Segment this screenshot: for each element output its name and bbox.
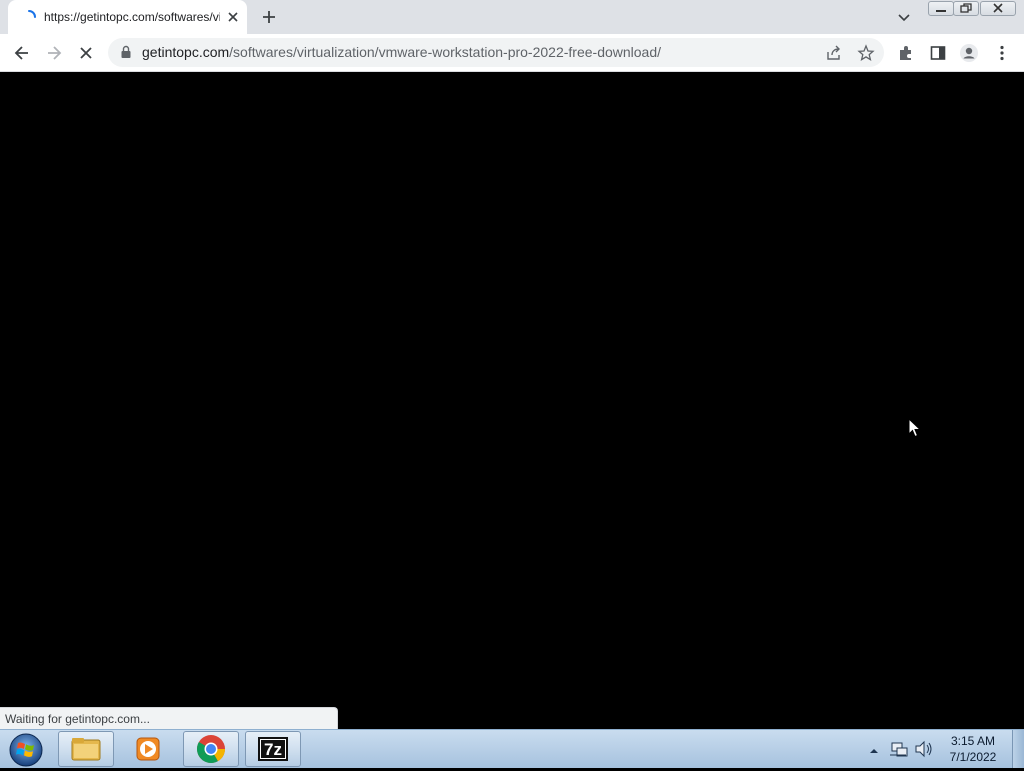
clock-date: 7/1/2022 <box>949 750 997 764</box>
extensions-puzzle-icon[interactable] <box>896 43 916 63</box>
stop-loading-icon[interactable] <box>76 43 96 63</box>
7zip-label: 7z <box>264 740 282 759</box>
chevron-down-icon[interactable] <box>896 9 912 25</box>
tab-active[interactable]: https://getintopc.com/softwares/virtuali… <box>8 0 247 34</box>
close-icon <box>993 3 1003 13</box>
minimize-window-button[interactable] <box>928 1 954 16</box>
taskbar-clock[interactable]: 3:15 AM 7/1/2022 <box>940 733 1006 765</box>
back-arrow-icon[interactable] <box>12 43 32 63</box>
folder-icon <box>71 738 101 761</box>
system-tray-icons <box>870 740 932 758</box>
windows-taskbar: 7z 3:15 AM 7/1/2022 <box>0 729 1024 768</box>
url-host: getintopc.com <box>142 44 230 60</box>
kebab-menu-icon[interactable] <box>992 43 1012 63</box>
show-desktop-button[interactable] <box>1012 730 1024 768</box>
address-bar[interactable]: getintopc.com/softwares/virtualization/v… <box>108 38 884 67</box>
status-bubble: Waiting for getintopc.com... <box>0 707 338 729</box>
minimize-icon <box>936 10 946 12</box>
close-icon[interactable] <box>225 9 241 25</box>
network-icon <box>890 742 908 757</box>
close-window-button[interactable] <box>980 1 1016 16</box>
taskbar-explorer-button[interactable] <box>58 731 114 767</box>
taskbar-media-player-button[interactable] <box>120 731 176 767</box>
start-button[interactable] <box>7 732 45 768</box>
taskbar-7zip-button[interactable]: 7z <box>245 731 301 767</box>
loading-spinner-icon <box>28 10 36 18</box>
new-tab-plus-icon[interactable] <box>259 7 279 27</box>
page-content <box>0 72 1024 729</box>
tab-strip: https://getintopc.com/softwares/virtuali… <box>0 0 1024 34</box>
volume-icon <box>915 740 932 758</box>
clock-time: 3:15 AM <box>950 734 996 748</box>
restore-window-button[interactable] <box>953 1 979 16</box>
7zip-icon: 7z <box>258 737 288 761</box>
bookmark-star-icon[interactable] <box>857 44 875 62</box>
lock-icon[interactable] <box>119 45 133 59</box>
media-player-icon <box>136 737 160 761</box>
tab-title: https://getintopc.com/softwares/virtuali… <box>44 10 220 24</box>
chrome-icon <box>197 735 225 763</box>
restore-icon <box>960 3 972 13</box>
url-path: /softwares/virtualization/vmware-worksta… <box>229 44 662 60</box>
show-hidden-icons-icon <box>870 749 878 753</box>
taskbar-chrome-button[interactable] <box>183 731 239 767</box>
browser-toolbar: getintopc.com/softwares/virtualization/v… <box>0 34 1024 72</box>
mouse-cursor-icon <box>908 418 922 438</box>
share-icon[interactable] <box>825 44 843 62</box>
profile-avatar-icon[interactable] <box>959 43 979 63</box>
url-text[interactable]: getintopc.com/softwares/virtualization/v… <box>142 44 661 60</box>
side-panel-icon[interactable] <box>928 43 948 63</box>
forward-arrow-icon[interactable] <box>44 43 64 63</box>
